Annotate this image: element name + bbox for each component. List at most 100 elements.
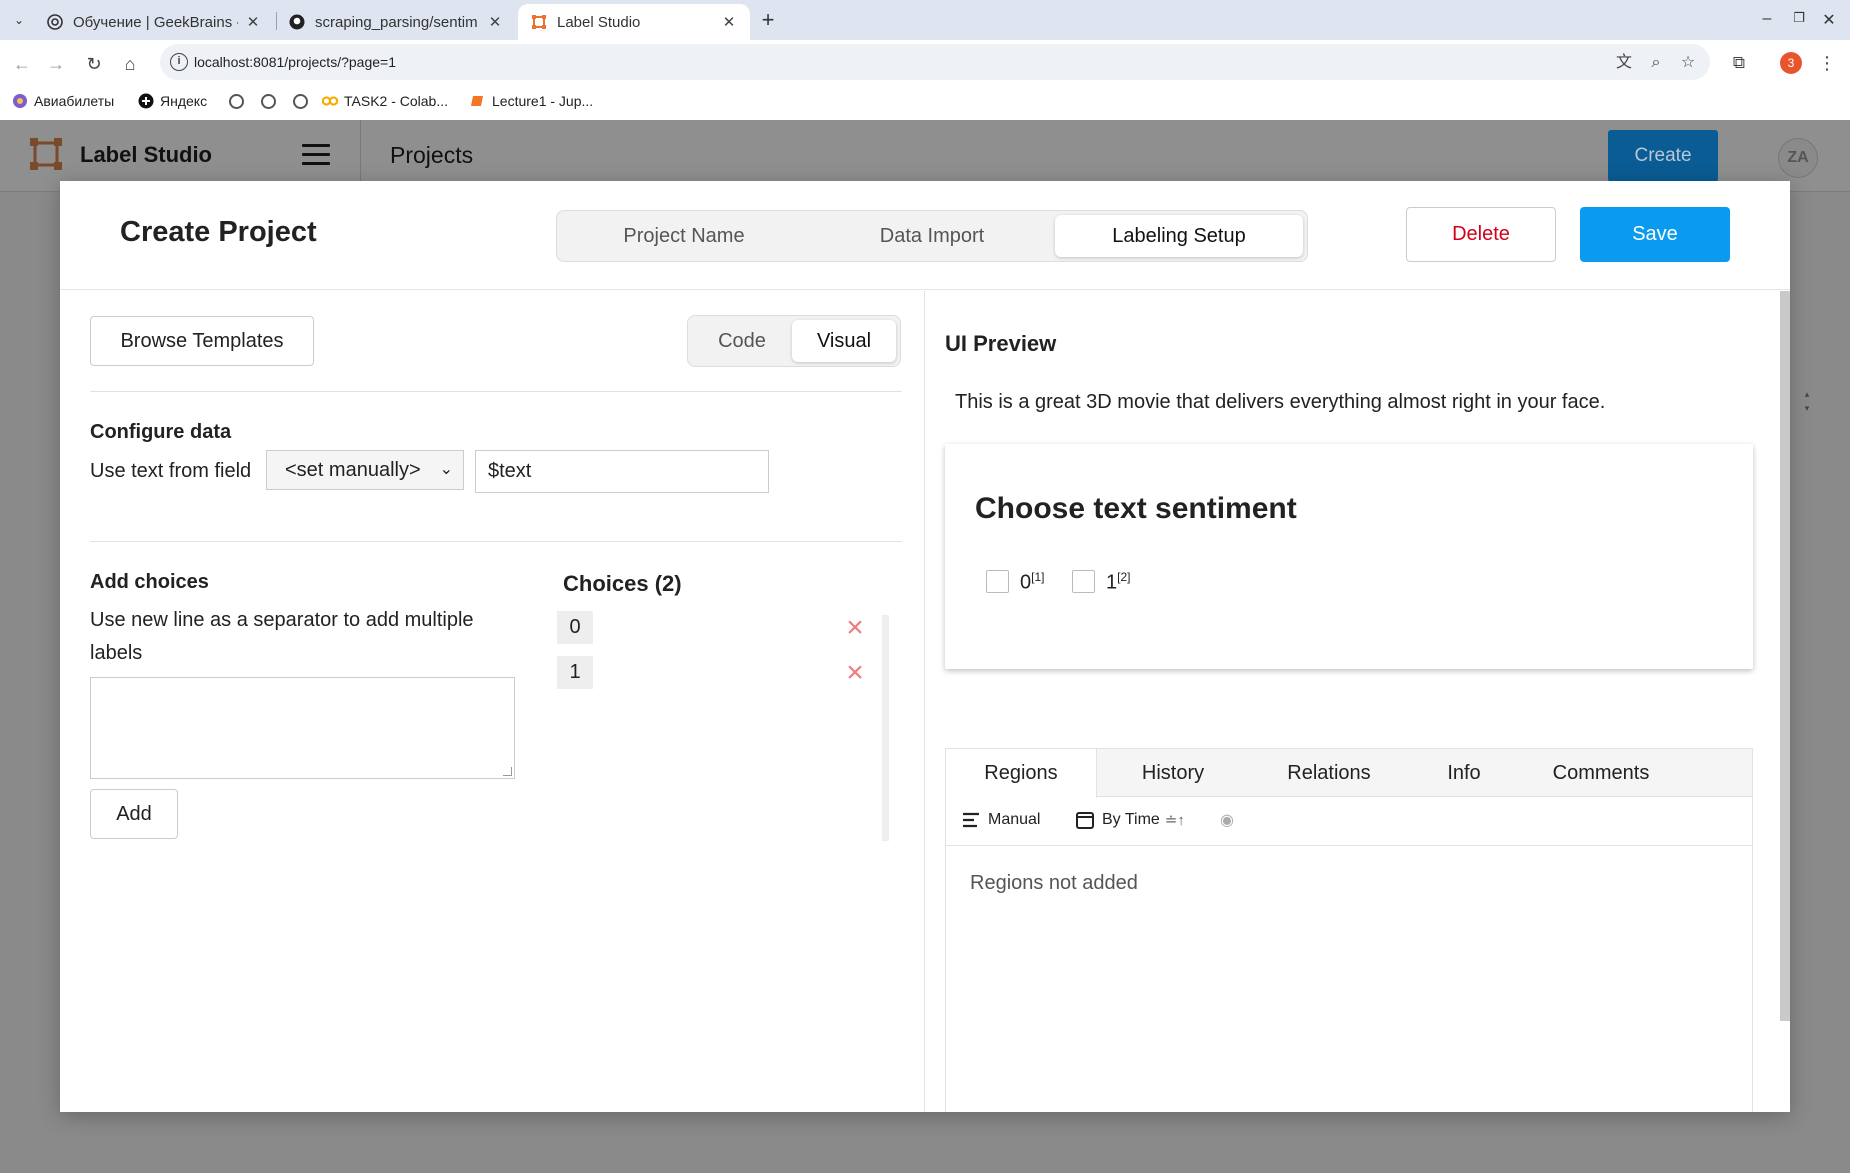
extensions-icon[interactable]: ⧉ [1728,52,1750,74]
visibility-eye-icon[interactable]: ◉ [1217,810,1237,830]
choice-checkbox-0[interactable] [986,570,1009,593]
choices-title: Choices (2) [563,571,682,596]
close-tab-icon[interactable]: ✕ [720,13,738,31]
avatar[interactable]: ZA [1778,138,1818,178]
create-project-modal: Create Project Project Name Data Import … [60,181,1809,1112]
add-choices-hint: Use new line as a separator to add multi… [90,609,474,664]
close-tab-icon[interactable]: ✕ [244,13,262,31]
bookmark-star-icon[interactable]: ☆ [1678,53,1698,73]
bookmark-label: TASK2 - Colab... [344,93,449,109]
browser-tab-github[interactable]: scraping_parsing/sentim ✕ [276,4,516,40]
bookmark-jupyter[interactable]: Lecture1 - Jup... [470,86,593,116]
modal-title: Create Project [120,216,317,248]
resize-handle-icon[interactable] [503,767,512,776]
delete-button[interactable]: Delete [1406,207,1556,262]
preview-scrollbar[interactable] [1780,291,1790,1021]
preview-title: UI Preview [945,331,1057,356]
tab-regions[interactable]: Regions [946,749,1097,798]
tab-history[interactable]: History [1097,749,1249,797]
step-project-name[interactable]: Project Name [561,215,807,257]
add-choices-button[interactable]: Add [90,789,178,839]
browser-tab-geekbrains[interactable]: Обучение | GeekBrains - ✕ [34,4,274,40]
divider [90,391,902,392]
bookmark-yandex[interactable]: Яндекс [138,86,207,116]
tab-info[interactable]: Info [1409,749,1519,797]
save-button[interactable]: Save [1580,207,1730,262]
sort-direction-icon[interactable]: ≐↑ [1165,811,1185,829]
choice-hotkey: [1] [1031,570,1045,584]
new-tab-icon[interactable]: + [756,7,780,32]
choices-scrollbar[interactable] [882,615,889,841]
hamburger-menu-icon[interactable] [302,144,330,166]
choice-option-1[interactable]: 1[2] [1106,570,1130,595]
list-order-icon [963,812,979,828]
address-bar[interactable]: i localhost:8081/projects/?page=1 文 ⌕ ☆ [160,44,1710,80]
page-title: Projects [390,142,474,168]
globe-icon [228,93,244,109]
by-time-label: By Time [1102,811,1160,828]
bookmark-globe-2[interactable] [260,86,282,116]
colab-icon [322,93,338,109]
home-icon[interactable]: ⌂ [118,52,142,76]
remove-choice-icon[interactable]: × [844,613,866,643]
browser-tab-label-studio[interactable]: Label Studio ✕ [518,4,750,40]
code-mode-tab[interactable]: Code [692,320,792,362]
remove-choice-icon[interactable]: × [844,658,866,688]
tab-relations[interactable]: Relations [1249,749,1409,797]
by-time-order-button[interactable]: By Time ≐↑ [1076,811,1185,829]
bookmarks-bar: Авиабилеты Яндекс TASK2 - Colab... Lectu… [0,86,1850,120]
step-data-import[interactable]: Data Import [811,215,1053,257]
site-info-icon[interactable]: i [170,53,188,71]
browse-templates-button[interactable]: Browse Templates [90,316,314,366]
tab-search-dropdown-icon[interactable]: ⌄ [8,9,30,31]
browser-menu-icon[interactable]: ⋮ [1818,52,1836,74]
globe-icon [292,93,308,109]
labeling-config-pane: Browse Templates Code Visual Configure d… [60,291,924,1112]
field-value-input[interactable]: $text [475,450,769,493]
browser-toolbar: ← → ↻ ⌂ i localhost:8081/projects/?page=… [0,40,1850,86]
visual-mode-tab[interactable]: Visual [792,320,896,362]
bookmark-label: Lecture1 - Jup... [492,93,594,109]
choice-option-label: 1 [1106,571,1118,594]
add-choices-textarea[interactable] [90,677,515,779]
yandex-icon [138,93,154,109]
chevron-down-icon: ⌄ [439,461,453,478]
zoom-icon[interactable]: ⌕ [1646,53,1666,73]
step-labeling-setup[interactable]: Labeling Setup [1055,215,1303,257]
reload-icon[interactable]: ↻ [82,52,106,76]
calendar-icon [1076,812,1094,829]
close-window-icon[interactable]: ✕ [1818,10,1840,30]
field-select-value: <set manually> [285,459,421,481]
close-tab-icon[interactable]: ✕ [486,13,504,31]
url-text[interactable]: localhost:8081/projects/?page=1 [194,54,396,70]
regions-empty-message: Regions not added [970,872,1138,894]
bookmark-globe-1[interactable] [228,86,250,116]
label-studio-logo-icon[interactable] [30,138,62,170]
forward-icon[interactable]: → [44,52,68,76]
bookmark-colab[interactable]: TASK2 - Colab... [322,86,448,116]
globe-icon [260,93,276,109]
bookmark-label: Авиабилеты [34,93,115,109]
text-scroll-arrows-icon[interactable]: ▴ ▾ [1801,387,1813,417]
divider [90,541,902,542]
tab-title: Label Studio [557,13,641,31]
back-icon[interactable]: ← [10,52,34,76]
geekbrains-icon [46,13,64,31]
minimize-window-icon[interactable]: – [1756,10,1778,28]
tab-comments[interactable]: Comments [1519,749,1683,797]
create-project-button[interactable]: Create [1608,130,1718,182]
bookmark-globe-3[interactable] [292,86,314,116]
bookmark-aviasales[interactable]: Авиабилеты [12,86,114,116]
manual-order-button[interactable]: Manual [962,811,1040,829]
restore-window-icon[interactable]: ❐ [1788,10,1810,26]
translate-icon[interactable]: 文 [1614,53,1634,73]
choice-item-1: 1 [557,656,593,689]
field-select[interactable]: <set manually> ⌄ [266,450,464,490]
choice-checkbox-1[interactable] [1072,570,1095,593]
tab-title: Обучение | GeekBrains - [73,13,238,31]
extension-badge[interactable]: 3 [1780,52,1802,74]
configure-data-title: Configure data [90,421,232,443]
choice-option-0[interactable]: 0[1] [1020,570,1044,595]
choice-hotkey: [2] [1117,570,1131,584]
choice-item-0: 0 [557,611,593,644]
